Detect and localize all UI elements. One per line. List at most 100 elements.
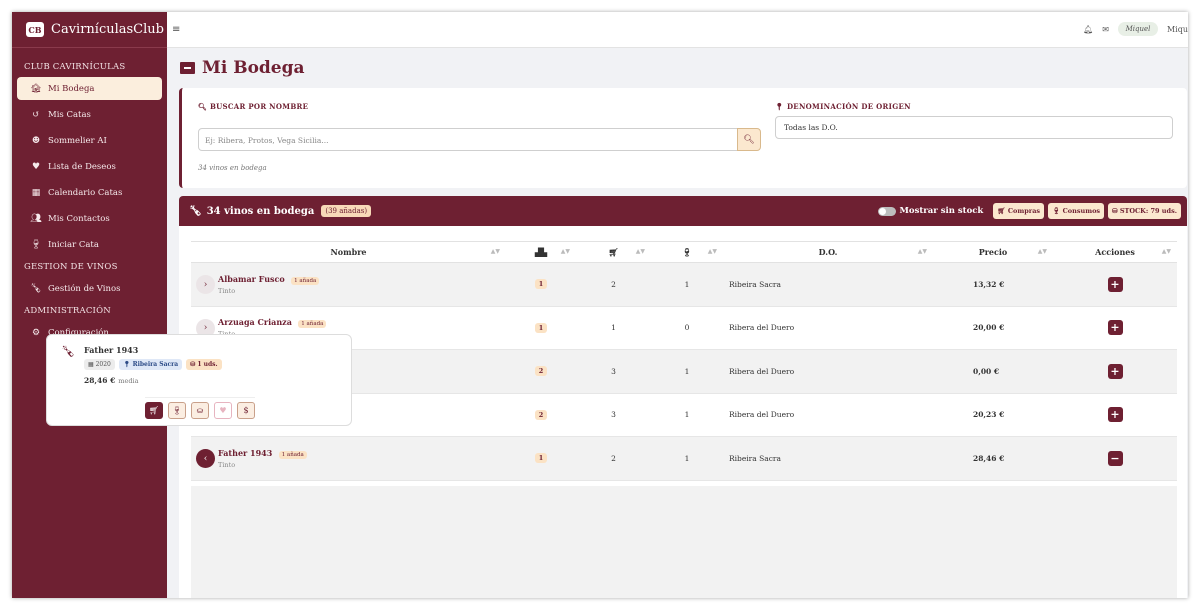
bell-icon[interactable]: 🔔︎ [1083,25,1093,34]
wine-type: Tinto [218,460,236,469]
cell-compras: 3 [576,393,651,437]
vintage-badge: 1 añada [298,320,327,329]
cell-consumos: 1 [651,262,723,307]
cell-do: Ribera del Duero [723,349,933,394]
search-icon: 🔍︎ [198,102,208,111]
results-count: 34 vinos en bodega [198,164,267,172]
add-button[interactable]: + [1107,363,1123,379]
cell-stock: 1 [506,262,576,307]
cart-icon: 🛒︎ [608,247,619,257]
price-button[interactable]: $ [237,402,255,419]
sidebar-item-label: Lista de Deseos [48,162,116,172]
add-button[interactable]: + [1107,407,1123,423]
wine-name[interactable]: Father 1943 [218,448,272,458]
cell-price: 0,00 € [933,349,1053,394]
do-tag: 📍︎ Ribeira Sacra [118,359,183,370]
cell-price: 13,32 € [933,262,1053,307]
cell-compras: 1 [576,306,651,350]
search-input[interactable]: Ej: Ribera, Protos, Vega Sicilia... [198,128,738,151]
cell-do: Ribera del Duero [723,393,933,437]
brand-logo: CB [26,22,44,37]
sidebar-item-iniciar-cata[interactable]: 🍷︎ Iniciar Cata [12,232,167,258]
cell-do: Ribeira Sacra [723,262,933,307]
collapse-button[interactable]: − [1107,450,1123,466]
col-do[interactable]: D.O. ▲▼ [723,241,933,263]
brand[interactable]: CB CavirnículasClub [12,12,167,48]
cell-price: 28,46 € [933,436,1053,481]
add-button[interactable]: + [1107,320,1123,336]
list-header-title: 34 vinos en bodega [206,205,315,217]
col-precio[interactable]: Precio ▲▼ [933,241,1053,263]
consume-button[interactable]: 🍷︎ [168,402,186,419]
sidebar-item-label: Sommelier AI [48,136,107,146]
cell-stock: 2 [506,393,576,437]
table-row[interactable]: ‹ Father 1943 1 añada Tinto 1 2 1 Ribeir… [191,436,1177,481]
hamburger-menu-icon[interactable]: ≡ [172,24,180,35]
user-name[interactable]: Miqu [1167,25,1188,34]
sidebar-item-sommelier-ai[interactable]: ☻︎ Sommelier AI [12,128,167,154]
col-stock[interactable]: ▟▙ ▲▼ [506,241,576,263]
wine-name[interactable]: Arzuaga Crianza [218,317,292,327]
tasting-button[interactable]: ⛀ [191,402,209,419]
cell-compras: 2 [576,436,651,481]
archive-icon [180,62,195,74]
col-consumos[interactable]: 🍷︎ ▲▼ [651,241,723,263]
users-icon: 👥︎ [30,214,42,224]
page-title-text: Mi Bodega [202,58,305,78]
buy-button[interactable]: 🛒︎ [145,402,163,419]
wine-name[interactable]: Albamar Fusco [218,274,285,284]
heart-icon: ♥︎ [31,162,41,172]
sidebar: CB CavirnículasClub CLUB CAVIRNÍCULAS 🏚︎ M… [12,12,167,598]
sidebar-section-label: ADMINISTRACIÓN [24,306,111,316]
sidebar-item-calendario-catas[interactable]: ▦︎ Calendario Catas [12,180,167,206]
card-actions: 🛒︎ 🍷︎ ⛀ ♥ $ [145,397,255,419]
warehouse-icon: 🏚︎ [30,83,42,94]
cell-action: − [1053,436,1177,481]
envelope-icon[interactable]: ✉ [1102,25,1109,34]
sidebar-item-lista-de-deseos[interactable]: ♥︎ Lista de Deseos [12,154,167,180]
wine-type: Tinto [218,286,236,295]
year-tag: ▦ 2020 [84,359,115,370]
vintage-card: 🍾︎ Father 1943 ▦ 2020 📍︎ Ribeira Sacra ⛁… [46,334,352,426]
cell-do: Ribeira Sacra [723,436,933,481]
filters-card: 🔍︎ BUSCAR POR NOMBRE Ej: Ribera, Protos,… [179,88,1187,188]
gear-icon: ⚙︎ [31,328,41,338]
chevron-right-icon[interactable]: › [196,275,215,294]
sidebar-item-label: Mi Bodega [48,83,95,94]
stock-button[interactable]: ⛁ STOCK: 79 uds. [1108,203,1181,219]
search-button[interactable]: 🔍︎ [737,128,761,151]
sidebar-item-gestión-de-vinos[interactable]: 🍾︎ Gestión de Vinos [12,276,167,302]
cell-stock: 1 [506,306,576,350]
cell-price: 20,00 € [933,306,1053,350]
sidebar-item-label: Gestión de Vinos [48,284,121,294]
sidebar-section-label: GESTION DE VINOS [24,262,118,272]
vintage-badge: 1 añada [278,450,307,459]
add-button[interactable]: + [1107,276,1123,292]
do-select[interactable]: Todas las D.O. [775,116,1173,139]
search-label: 🔍︎ BUSCAR POR NOMBRE [198,102,309,111]
sidebar-section-label: CLUB CAVIRNÍCULAS [24,62,126,72]
brand-name: CavirnículasClub [51,22,164,37]
cell-action: + [1053,393,1177,437]
sidebar-item-mis-contactos[interactable]: 👥︎ Mis Contactos [12,206,167,232]
card-price: 28,46 € media [84,376,139,385]
sidebar-item-mis-catas[interactable]: ↺︎ Mis Catas [12,102,167,128]
compras-button[interactable]: 🛒︎ Compras [993,203,1045,219]
consumos-button[interactable]: 🍷︎ Consumos [1048,203,1105,219]
wine-bottle-icon: 🍾︎ [30,284,42,294]
col-compras[interactable]: 🛒︎ ▲▼ [576,241,651,263]
cell-consumos: 1 [651,436,723,481]
table-row[interactable]: › Albamar Fusco 1 añada Tinto 1 2 1 Ribe… [191,262,1177,307]
col-nombre[interactable]: Nombre ▲▼ [191,241,506,263]
vintage-badge: 1 añada [291,276,320,285]
card-wine-name: Father 1943 [84,345,139,355]
sidebar-item-label: Mis Catas [48,110,91,120]
avatar[interactable]: Miquel [1117,22,1158,36]
sidebar-item-mi-bodega[interactable]: 🏚︎ Mi Bodega [17,77,162,100]
col-acciones[interactable]: Acciones ▲▼ [1053,241,1177,263]
cell-consumos: 1 [651,393,723,437]
chevron-left-icon[interactable]: ‹ [196,449,215,468]
show-no-stock-toggle[interactable] [877,206,896,216]
wishlist-heart-button[interactable]: ♥ [214,402,232,419]
topbar: ≡ 🔔︎ ✉ Miquel Miqu [167,12,1188,48]
